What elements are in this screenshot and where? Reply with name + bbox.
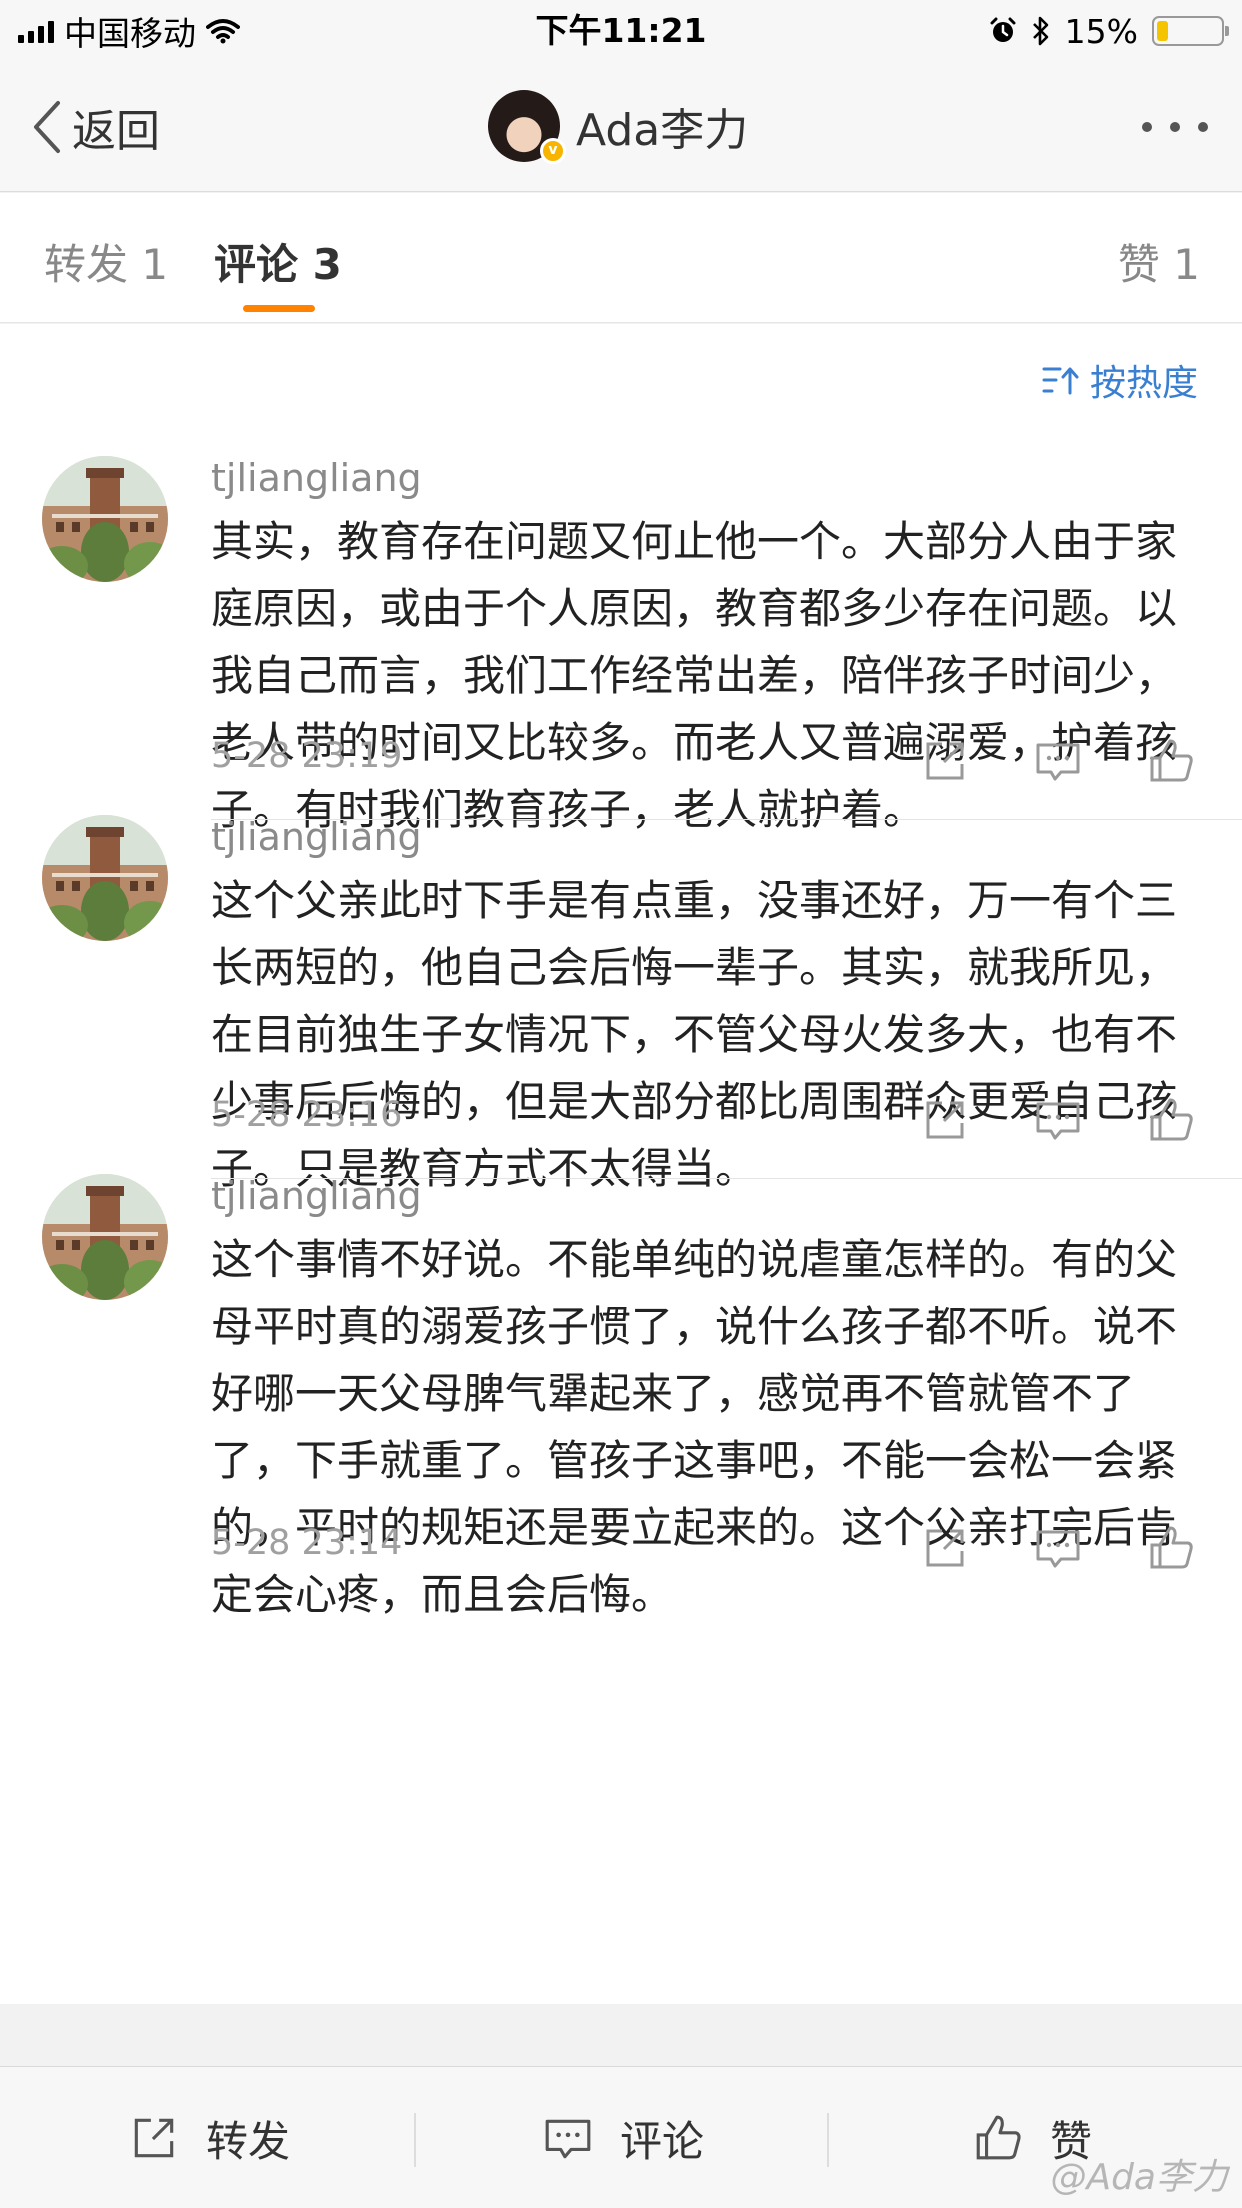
repost-label: 转发 — [206, 2116, 291, 2166]
share-icon[interactable] — [920, 736, 970, 786]
more-options-button[interactable] — [1142, 112, 1208, 142]
tab-likes[interactable]: 赞 1 — [1118, 231, 1200, 292]
comment-text: 其实，教育存在问题又何止他一个。大部分人由于家庭原因，或由于个人原因，教育都多少… — [211, 517, 1178, 834]
watermark: @Ada李力 — [1050, 2157, 1228, 2198]
alarm-icon — [990, 17, 1016, 42]
comment-timestamp: 5-28 23:14 — [211, 1523, 403, 1563]
more-dot-icon — [1142, 122, 1152, 132]
nav-title[interactable]: v Ada李力 — [488, 90, 749, 164]
battery-percent: 15% — [1064, 11, 1138, 51]
like-icon[interactable] — [1146, 1095, 1196, 1145]
sort-button[interactable]: 按热度 — [1042, 354, 1198, 406]
comment-text: 这个父亲此时下手是有点重，没事还好，万一有个三长两短的，他自己会后悔一辈子。其实… — [211, 876, 1178, 1193]
repost-button[interactable]: 转发 — [128, 2067, 290, 2208]
avatar: v — [488, 90, 566, 164]
status-right: 15% — [989, 10, 1229, 52]
comment-icon[interactable] — [1033, 1095, 1083, 1145]
tab-bar: 转发 1 评论 3 赞 1 — [0, 193, 1242, 323]
comment-icon[interactable] — [1033, 1523, 1083, 1573]
battery-icon — [1152, 16, 1229, 46]
comment-list: 按热度 tjliangliang 其实，教育存在问题又何止他一个。大部分人由于家… — [0, 324, 1242, 2004]
share-icon[interactable] — [920, 1095, 970, 1145]
comment-icon — [545, 2119, 591, 2159]
like-icon[interactable] — [1146, 736, 1196, 786]
more-dot-icon — [1170, 122, 1180, 132]
chevron-left-icon — [34, 101, 60, 153]
avatar[interactable] — [42, 1174, 168, 1300]
toolbar-divider — [827, 2113, 829, 2167]
back-label: 返回 — [72, 106, 160, 157]
comment-username[interactable]: tjliangliang — [211, 456, 422, 500]
comment-username[interactable]: tjliangliang — [211, 1174, 422, 1218]
profile-name: Ada李力 — [576, 105, 749, 156]
bottom-toolbar: 转发 评论 赞 @Ada李力 — [0, 2066, 1242, 2208]
avatar[interactable] — [42, 815, 168, 941]
sort-icon — [1042, 367, 1079, 395]
back-button[interactable]: 返回 — [32, 97, 160, 157]
comment-timestamp: 5-28 23:19 — [211, 736, 403, 776]
bluetooth-icon — [1032, 16, 1048, 46]
sort-label: 按热度 — [1089, 363, 1198, 404]
status-bar: 中国移动 下午11:21 15% — [0, 0, 1242, 62]
more-dot-icon — [1198, 122, 1208, 132]
comment-username[interactable]: tjliangliang — [211, 815, 422, 859]
toolbar-divider — [414, 2113, 416, 2167]
share-icon[interactable] — [920, 1523, 970, 1573]
comment-label: 评论 — [620, 2116, 705, 2166]
tab-active-indicator — [243, 305, 315, 312]
like-icon[interactable] — [1146, 1523, 1196, 1573]
avatar[interactable] — [42, 456, 168, 582]
tab-comments[interactable]: 评论 3 — [214, 231, 342, 292]
nav-bar: 返回 v Ada李力 — [0, 62, 1242, 192]
tab-repost[interactable]: 转发 1 — [44, 231, 168, 292]
verified-badge-icon: v — [540, 138, 566, 164]
comment-timestamp: 5-28 23:16 — [211, 1095, 403, 1135]
like-icon — [976, 2115, 1021, 2160]
comment-icon[interactable] — [1033, 736, 1083, 786]
comment-button[interactable]: 评论 — [542, 2067, 704, 2208]
share-icon — [134, 2118, 174, 2158]
